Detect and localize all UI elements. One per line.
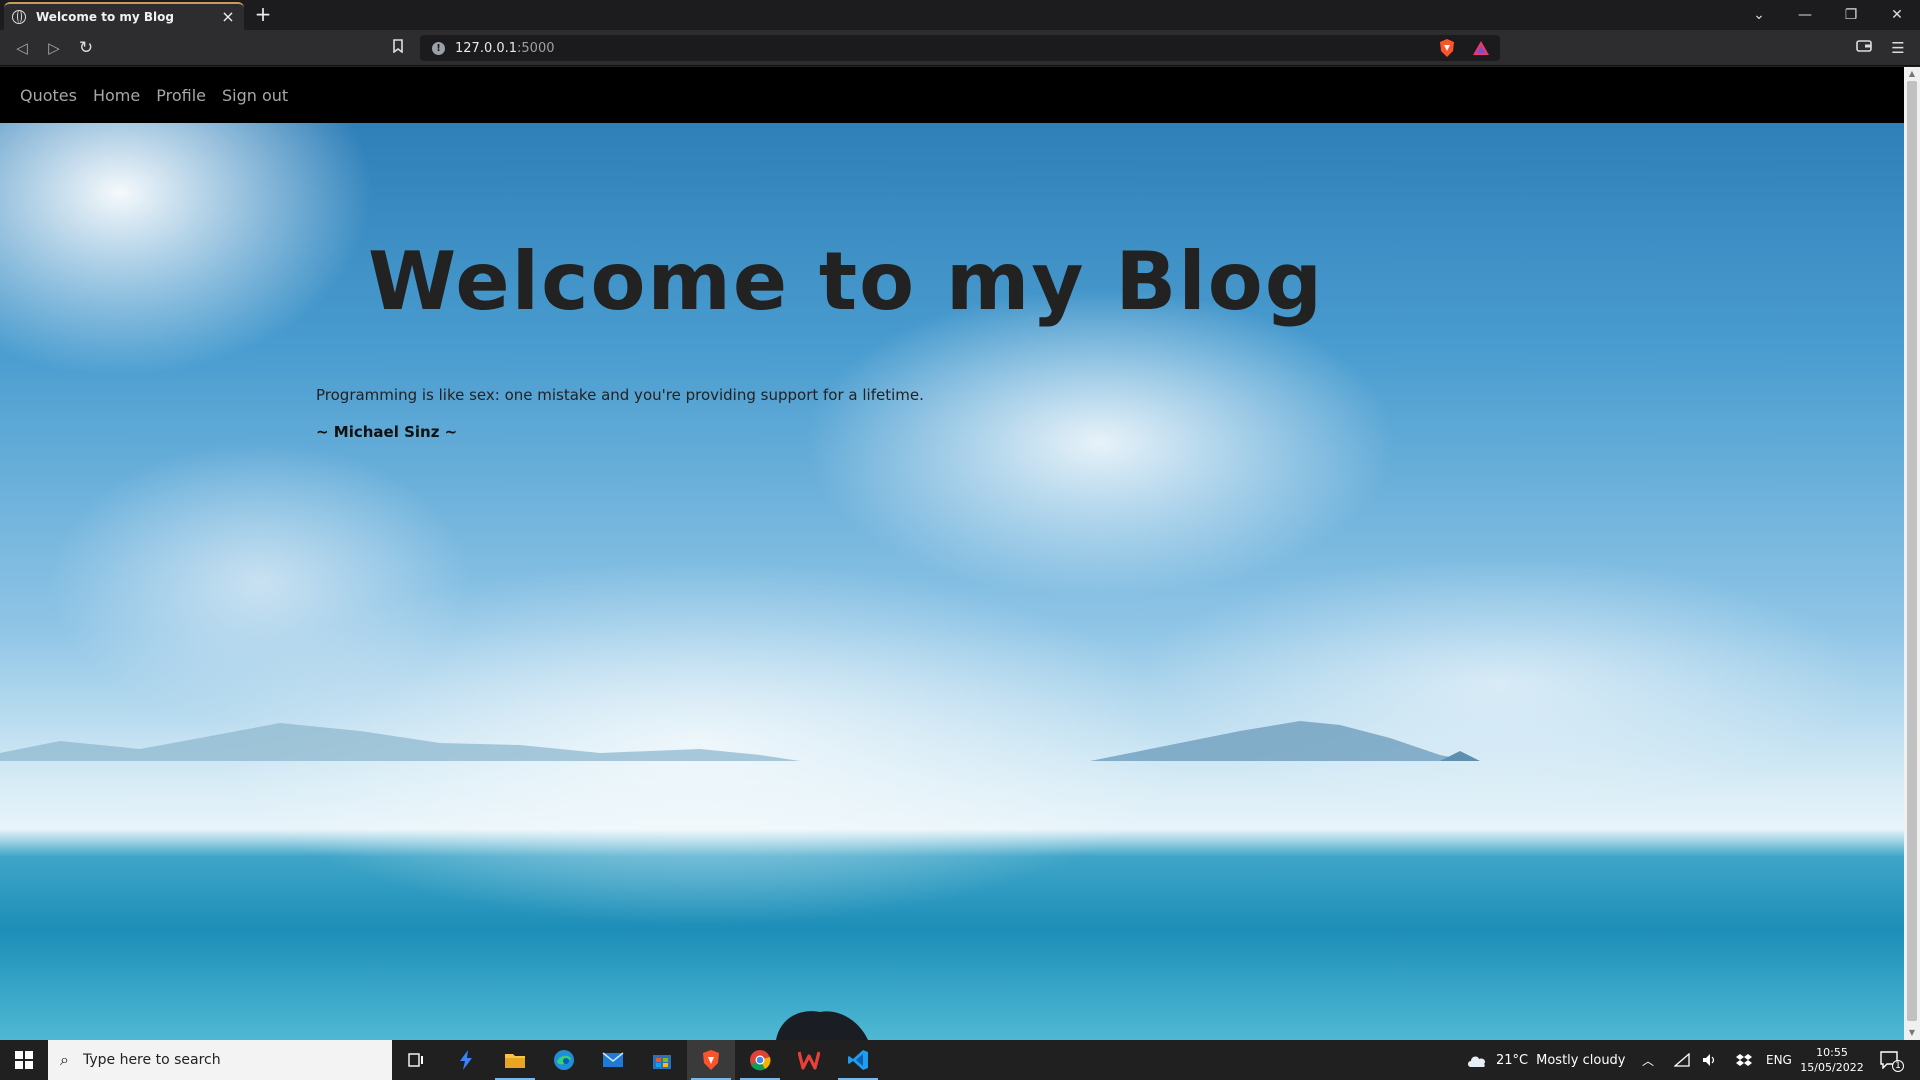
search-placeholder: Type here to search [82,1052,221,1068]
nav-home[interactable]: Home [93,86,140,105]
restore-button[interactable]: ❐ [1828,0,1874,30]
nav-sign-out[interactable]: Sign out [222,86,288,105]
browser-tab[interactable]: Welcome to my Blog × [4,2,244,30]
vscode-icon[interactable] [834,1040,882,1080]
dropbox-icon[interactable] [1736,1040,1752,1080]
brave-shield-icon[interactable] [1438,38,1456,58]
nav-profile[interactable]: Profile [156,86,206,105]
windows-logo-icon [15,1051,33,1069]
page-viewport: Quotes Home Profile Sign out Welcome to … [0,67,1904,1040]
windows-taskbar: ⌕ Type here to search 21°C Mostly cloudy… [0,1040,1920,1080]
language-indicator[interactable]: ENG [1766,1040,1792,1080]
nav-quotes[interactable]: Quotes [20,86,77,105]
quote-text: Programming is like sex: one mistake and… [316,386,924,404]
new-tab-button[interactable]: + [252,4,274,26]
browser-toolbar: ◁ ▷ ↻ ! 127.0.0.1:5000 ☰ [0,30,1920,66]
quote-author: ~ Michael Sinz ~ [316,423,458,441]
brave-browser-icon[interactable] [687,1040,735,1080]
reload-icon[interactable]: ↻ [76,38,96,58]
weather-widget[interactable]: 21°C Mostly cloudy [1466,1040,1626,1080]
page-scrollbar[interactable]: ▲ ▼ [1904,67,1920,1040]
volume-icon[interactable] [1702,1040,1718,1080]
clock-time: 10:55 [1816,1046,1848,1059]
weather-temp: 21°C [1496,1052,1529,1068]
tab-close-button[interactable]: × [220,9,236,25]
menu-icon[interactable]: ☰ [1888,38,1908,58]
file-explorer-icon[interactable] [491,1040,539,1080]
tab-strip: Welcome to my Blog × + ⌄ — ❐ ✕ [0,0,1920,30]
back-icon[interactable]: ◁ [12,38,32,58]
forward-icon[interactable]: ▷ [44,38,64,58]
page-title: Welcome to my Blog [368,235,1324,328]
mountains-silhouette [0,721,1480,761]
url-port: :5000 [517,40,555,56]
hero-background-image: Welcome to my Blog Programming is like s… [0,123,1904,1040]
site-info-icon[interactable]: ! [432,41,445,55]
start-button[interactable] [0,1040,48,1080]
address-bar[interactable]: ! 127.0.0.1:5000 [420,35,1500,61]
notification-badge: 1 [1892,1060,1904,1072]
wallet-icon[interactable] [1854,38,1874,58]
wps-office-icon[interactable] [785,1040,833,1080]
mail-icon[interactable] [589,1040,637,1080]
scroll-up-icon[interactable]: ▲ [1904,67,1920,81]
show-hidden-icons-chevron-icon[interactable]: ︿ [1642,1040,1654,1080]
bookmark-icon[interactable] [388,38,408,58]
tab-search-chevron-icon[interactable]: ⌄ [1736,0,1782,30]
notification-center-icon[interactable]: 1 [1880,1040,1912,1080]
edge-icon[interactable] [540,1040,588,1080]
site-navbar: Quotes Home Profile Sign out [0,67,1904,123]
taskbar-search[interactable]: ⌕ Type here to search [48,1040,392,1080]
minimize-button[interactable]: — [1782,0,1828,30]
search-icon: ⌕ [60,1050,69,1069]
power-automate-icon[interactable] [442,1040,490,1080]
chrome-icon[interactable] [736,1040,784,1080]
system-clock[interactable]: 10:55 15/05/2022 [1800,1045,1864,1075]
store-icon[interactable] [638,1040,686,1080]
network-icon[interactable] [1674,1040,1690,1080]
scrollbar-thumb[interactable] [1907,81,1917,1021]
cloud-icon [1468,1056,1486,1067]
clock-date: 15/05/2022 [1800,1061,1864,1074]
brave-rewards-icon[interactable] [1472,38,1490,58]
task-view-icon[interactable] [392,1040,440,1080]
tab-title: Welcome to my Blog [36,10,174,24]
dark-object-foreground [776,1011,868,1040]
globe-icon [12,10,26,24]
url-host: 127.0.0.1 [455,40,518,56]
scroll-down-icon[interactable]: ▼ [1904,1026,1920,1040]
close-window-button[interactable]: ✕ [1874,0,1920,30]
weather-description: Mostly cloudy [1536,1052,1626,1068]
